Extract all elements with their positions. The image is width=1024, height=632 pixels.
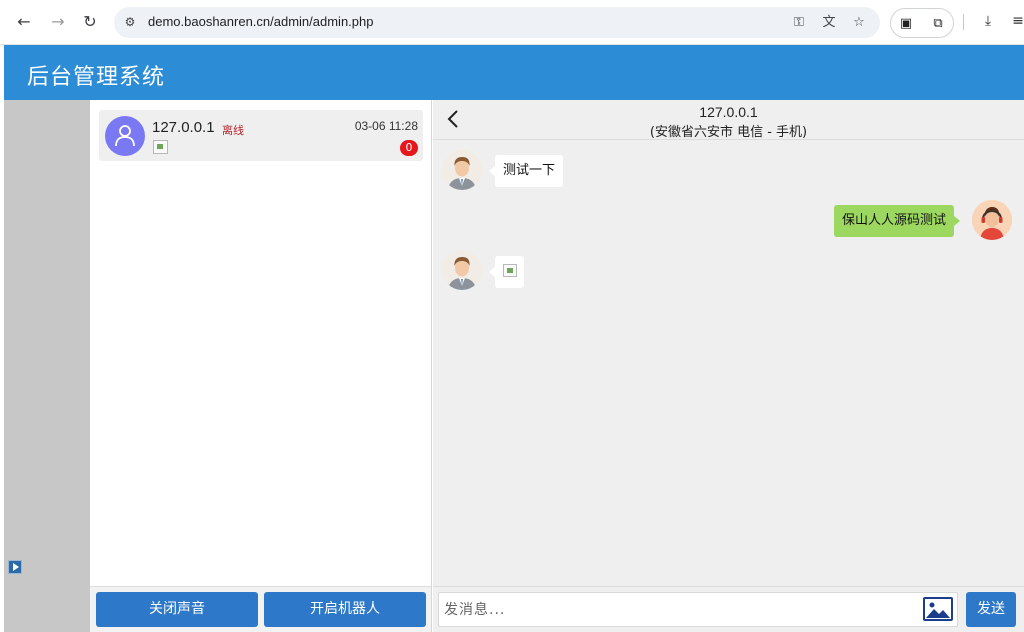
session-item[interactable]: 127.0.0.1 离线 03-06 11:28 0 <box>99 110 423 161</box>
send-button[interactable]: 发送 <box>966 592 1016 627</box>
forward-arrow-icon[interactable]: → <box>48 12 68 32</box>
message-bubble-sent: 保山人人源码测试 <box>834 205 961 237</box>
visitor-avatar <box>442 150 482 190</box>
extension-icon[interactable]: ▣ <box>897 15 915 33</box>
back-arrow-icon[interactable]: ← <box>14 12 34 32</box>
man-avatar-icon <box>442 250 482 290</box>
toolbar-divider <box>963 14 964 30</box>
visitor-avatar <box>442 250 482 290</box>
session-status-badge: 离线 <box>222 124 244 137</box>
chat-subtitle: (安徽省六安市 电信 - 手机) <box>649 125 808 140</box>
extensions-puzzle-icon[interactable]: ⧉ <box>929 15 947 33</box>
message-input[interactable] <box>438 592 958 627</box>
app-header: 后台管理系统 <box>4 45 1024 100</box>
mute-sound-button[interactable]: 关闭声音 <box>96 592 258 627</box>
chat-header: 127.0.0.1 (安徽省六安市 电信 - 手机) <box>433 100 1024 140</box>
image-upload-icon[interactable] <box>923 597 953 621</box>
chat-title: 127.0.0.1 <box>699 104 758 120</box>
agent-avatar <box>972 200 1012 240</box>
play-icon[interactable] <box>8 560 22 574</box>
chat-input-bar: 发送 <box>433 586 1024 632</box>
key-icon[interactable]: ⚿ <box>790 15 808 31</box>
extensions-group: ▣ ⧉ <box>890 8 954 38</box>
menu-icon[interactable]: ≡ <box>1009 12 1024 30</box>
chat-panel: 127.0.0.1 (安徽省六安市 电信 - 手机) 测试一下 保山人人源码测试 <box>433 100 1024 632</box>
broken-image-icon <box>503 264 517 277</box>
image-message-bubble[interactable] <box>489 256 524 288</box>
avatar <box>105 116 145 156</box>
user-icon <box>115 125 135 147</box>
session-list-panel: 127.0.0.1 离线 03-06 11:28 0 关闭声音 开启机器人 <box>90 100 432 632</box>
customer-service-avatar-icon <box>972 200 1012 240</box>
session-ip: 127.0.0.1 <box>152 119 215 136</box>
broken-image-icon <box>153 140 168 154</box>
translate-icon[interactable]: 文 <box>820 15 838 31</box>
message-bubble: 测试一下 <box>488 155 564 187</box>
left-gutter <box>4 100 90 632</box>
man-avatar-icon <box>442 150 482 190</box>
browser-toolbar: ← → ↻ ⚙ demo.baoshanren.cn/admin/admin.p… <box>0 0 1024 45</box>
unread-count-badge: 0 <box>400 140 418 156</box>
reload-icon[interactable]: ↻ <box>80 12 100 32</box>
address-url[interactable]: demo.baoshanren.cn/admin/admin.php <box>148 14 373 29</box>
enable-robot-button[interactable]: 开启机器人 <box>264 592 426 627</box>
bookmark-star-icon[interactable]: ☆ <box>850 15 868 31</box>
download-icon[interactable]: ⤓ <box>979 12 997 30</box>
session-footer: 关闭声音 开启机器人 <box>90 586 431 632</box>
session-time: 03-06 11:28 <box>354 119 418 133</box>
site-settings-icon[interactable]: ⚙ <box>122 14 138 30</box>
page-title: 后台管理系统 <box>27 65 166 90</box>
address-bar[interactable]: ⚙ demo.baoshanren.cn/admin/admin.php ⚿ 文… <box>114 7 880 38</box>
